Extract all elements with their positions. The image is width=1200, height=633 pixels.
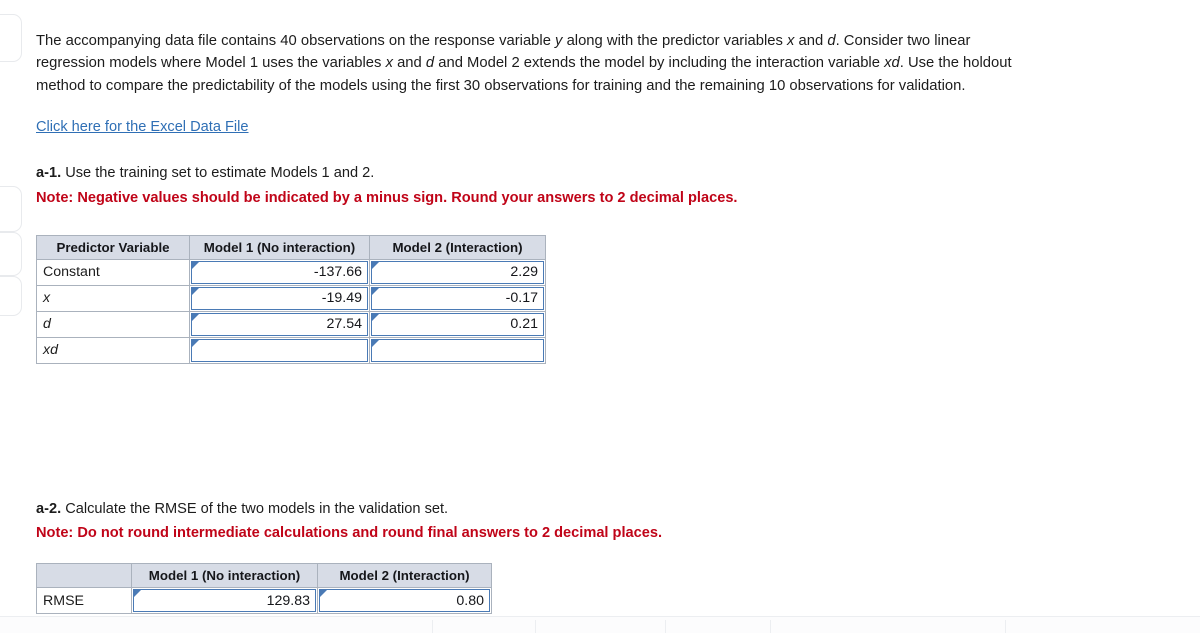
bottom-bar-divider <box>665 620 666 633</box>
problem-statement: The accompanying data file contains 40 o… <box>36 30 1021 97</box>
answer-input-model-1[interactable]: -19.49 <box>191 286 368 310</box>
table-row: RMSE 129.83 0.80 <box>36 587 492 615</box>
background-card-edge <box>0 276 22 316</box>
row-label: RMSE <box>36 587 132 615</box>
part-a2-block: a-2. Calculate the RMSE of the two model… <box>36 499 1036 615</box>
answer-cell: -19.49 <box>189 284 370 312</box>
bottom-bar-divider <box>535 620 536 633</box>
background-card-edge <box>0 232 22 276</box>
coefficients-table: Predictor Variable Model 1 (No interacti… <box>36 234 546 364</box>
part-a1-note: Note: Negative values should be indicate… <box>36 189 738 206</box>
text-run: along with the predictor variables <box>562 33 787 49</box>
answer-input-model-2[interactable]: 0.21 <box>371 312 544 336</box>
answer-cell <box>189 336 370 364</box>
variable-symbol: xd <box>884 55 900 72</box>
variable-symbol: d <box>425 55 435 72</box>
part-a1-prompt-text: Use the training set to estimate Models … <box>65 165 375 182</box>
answer-cell: -0.17 <box>369 284 546 312</box>
bottom-bar-divider <box>1005 620 1006 633</box>
part-a1-label: a-1. <box>36 165 62 182</box>
answer-input-model-2[interactable]: 0.80 <box>319 589 490 613</box>
row-label: x <box>36 284 190 312</box>
bottom-bar-divider <box>432 620 433 633</box>
row-label: d <box>36 310 190 338</box>
question-content: The accompanying data file contains 40 o… <box>36 30 1036 615</box>
column-header-predictor-variable: Predictor Variable <box>36 234 190 260</box>
answer-input-model-1[interactable]: -137.66 <box>191 260 368 284</box>
bottom-bar-divider <box>770 620 771 633</box>
row-label: xd <box>36 336 190 364</box>
column-header-model-2: Model 2 (Interaction) <box>317 563 492 589</box>
answer-input-model-2[interactable] <box>371 338 544 362</box>
part-a2-note: Note: Do not round intermediate calculat… <box>36 524 663 541</box>
answer-input-model-2[interactable]: 2.29 <box>371 260 544 284</box>
answer-input-model-1[interactable]: 27.54 <box>191 312 368 336</box>
answer-input-model-1[interactable]: 129.83 <box>133 589 316 613</box>
answer-cell: 2.29 <box>369 258 546 286</box>
column-header-blank <box>36 563 132 589</box>
answer-input-model-2[interactable]: -0.17 <box>371 286 544 310</box>
column-header-model-1: Model 1 (No interaction) <box>189 234 370 260</box>
table-row: xd <box>36 336 546 364</box>
table-row: d 27.54 0.21 <box>36 310 546 338</box>
background-card-edge <box>0 186 22 232</box>
excel-data-file-link[interactable]: Click here for the Excel Data File <box>36 119 249 135</box>
bottom-chrome-bar <box>0 616 1200 633</box>
column-header-model-1: Model 1 (No interaction) <box>131 563 318 589</box>
answer-cell: 129.83 <box>131 587 318 615</box>
answer-cell <box>369 336 546 364</box>
rmse-table: Model 1 (No interaction) Model 2 (Intera… <box>36 563 492 615</box>
variable-symbol: d <box>827 33 836 49</box>
background-card-edge <box>0 14 22 62</box>
table-header-row: Predictor Variable Model 1 (No interacti… <box>36 234 546 260</box>
part-a2-prompt: a-2. Calculate the RMSE of the two model… <box>36 499 1036 520</box>
answer-cell: -137.66 <box>189 258 370 286</box>
text-run: and <box>392 55 426 72</box>
table-row: x -19.49 -0.17 <box>36 284 546 312</box>
row-label: Constant <box>36 258 190 286</box>
part-a2-prompt-text: Calculate the RMSE of the two models in … <box>65 500 449 517</box>
text-run: The accompanying data file contains 40 o… <box>36 33 556 49</box>
answer-input-model-1[interactable] <box>191 338 368 362</box>
answer-cell: 27.54 <box>189 310 370 338</box>
table-row: Constant -137.66 2.29 <box>36 258 546 286</box>
variable-symbol: x <box>385 55 393 72</box>
part-a2-label: a-2. <box>36 500 62 517</box>
part-a1-prompt: a-1. Use the training set to estimate Mo… <box>36 163 1036 184</box>
column-header-model-2: Model 2 (Interaction) <box>369 234 546 260</box>
text-run: and Model 2 extends the model by includi… <box>434 55 885 72</box>
answer-cell: 0.21 <box>369 310 546 338</box>
answer-cell: 0.80 <box>317 587 492 615</box>
part-a1-block: a-1. Use the training set to estimate Mo… <box>36 163 1036 364</box>
text-run: and <box>794 33 828 49</box>
table-header-row: Model 1 (No interaction) Model 2 (Intera… <box>36 563 492 589</box>
